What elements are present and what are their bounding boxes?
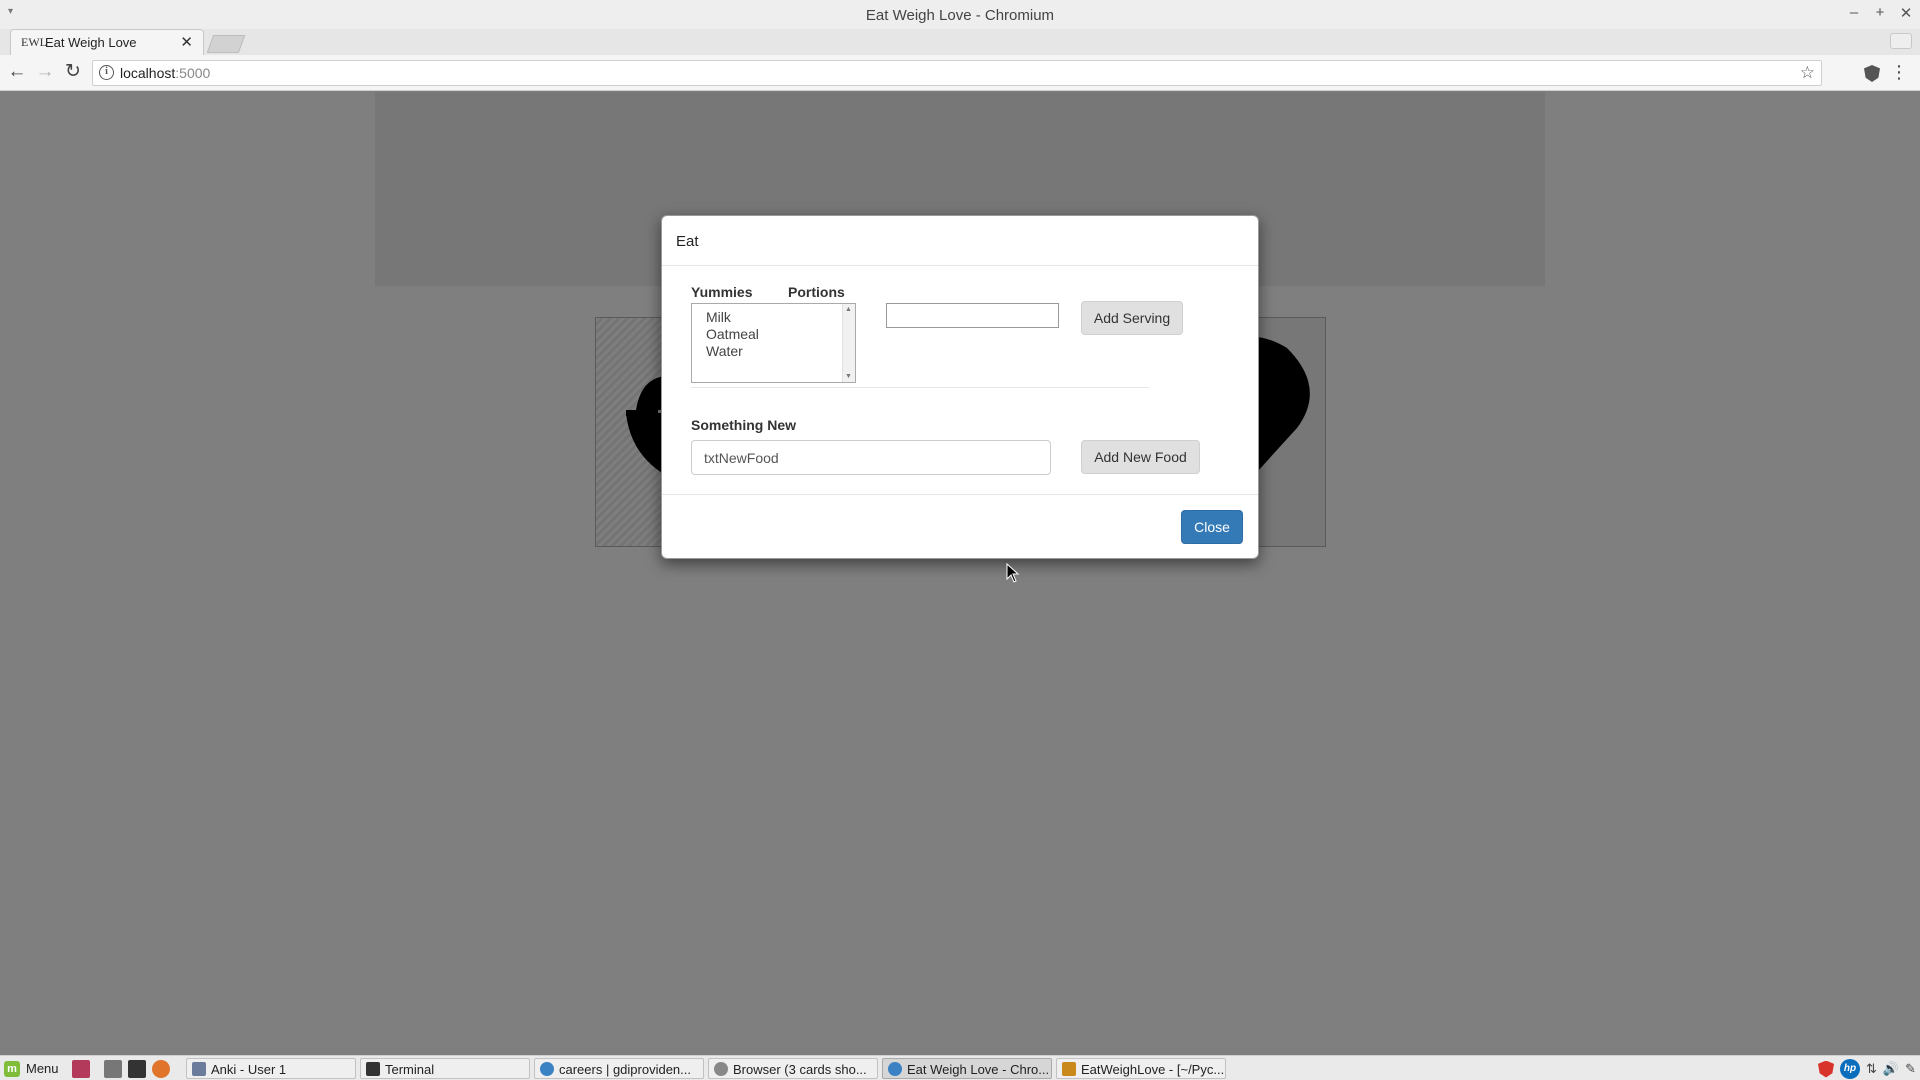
taskbar-item-label: EatWeighLove - [~/Pyc... — [1081, 1062, 1225, 1077]
system-tray: hp ⇅ 🔊 ✎ — [1818, 1059, 1916, 1079]
forward-button[interactable]: → — [34, 62, 56, 82]
listbox-scrollbar[interactable]: ▲ ▼ — [842, 304, 855, 382]
search-icon — [714, 1062, 728, 1076]
yummies-label: Yummies — [691, 284, 753, 300]
files-icon[interactable] — [104, 1060, 122, 1078]
new-food-input[interactable]: txtNewFood — [691, 440, 1051, 475]
taskbar-item-label: Eat Weigh Love - Chro... — [907, 1062, 1050, 1077]
taskbar-item-label: Browser (3 cards sho... — [733, 1062, 867, 1077]
address-bar[interactable]: i localhost:5000 ☆ — [92, 60, 1822, 86]
taskbar: m Menu Anki - User 1 Terminal careers | … — [0, 1055, 1920, 1080]
url-host: localhost — [120, 65, 176, 81]
show-desktop-icon[interactable] — [72, 1060, 90, 1078]
modal-body: Yummies Portions Milk Oatmeal Water ▲ ▼ … — [662, 266, 1258, 475]
reload-button[interactable]: ↻ — [62, 62, 84, 82]
pycharm-icon — [1062, 1062, 1076, 1076]
site-info-icon[interactable]: i — [99, 65, 114, 80]
maximize-button[interactable]: + — [1872, 4, 1888, 22]
firefox-launcher-icon[interactable] — [152, 1060, 170, 1078]
tab-close-icon[interactable]: ✕ — [180, 33, 193, 51]
portions-input[interactable] — [886, 303, 1059, 328]
taskbar-item-label: Terminal — [385, 1062, 435, 1077]
taskbar-item-eat-weigh-love[interactable]: Eat Weigh Love - Chro... — [882, 1058, 1052, 1079]
volume-icon[interactable]: 🔊 — [1883, 1061, 1899, 1077]
tab-title: Eat Weigh Love — [45, 35, 137, 50]
start-menu-label: Menu — [26, 1061, 59, 1076]
yummies-option[interactable]: Oatmeal — [706, 326, 759, 342]
page-content: Eat Yummies Portions Milk Oatmeal Water … — [0, 92, 1920, 1055]
add-serving-button[interactable]: Add Serving — [1081, 301, 1183, 335]
section-divider — [691, 387, 1149, 388]
browser-toolbar: ← → ↻ i localhost:5000 ☆ ⋮ — [0, 55, 1920, 91]
url-text[interactable]: localhost:5000 — [120, 65, 210, 81]
profile-button[interactable] — [1890, 33, 1912, 49]
taskbar-item-label: careers | gdiproviden... — [559, 1062, 691, 1077]
modal-footer — [662, 494, 1258, 495]
hp-icon[interactable]: hp — [1840, 1059, 1860, 1079]
something-new-label: Something New — [691, 417, 797, 433]
mint-logo-icon: m — [4, 1060, 20, 1077]
terminal-icon — [366, 1062, 380, 1076]
back-button[interactable]: ← — [6, 62, 28, 82]
tab-strip: EWL Eat Weigh Love ✕ — [0, 29, 1920, 55]
close-window-button[interactable]: ✕ — [1898, 4, 1914, 22]
window-title: Eat Weigh Love - Chromium — [865, 7, 1055, 24]
mouse-cursor-icon — [1006, 563, 1020, 583]
favicon-icon: EWL — [21, 35, 47, 49]
window-titlebar: ▾ Eat Weigh Love - Chromium – + ✕ — [0, 0, 1920, 29]
pen-icon[interactable]: ✎ — [1905, 1061, 1916, 1077]
portions-label: Portions — [788, 284, 845, 300]
tab-eat-weigh-love[interactable]: EWL Eat Weigh Love ✕ — [10, 29, 204, 55]
modal-header: Eat — [662, 216, 1258, 266]
taskbar-item-pycharm[interactable]: EatWeighLove - [~/Pyc... — [1056, 1058, 1226, 1079]
add-new-food-button[interactable]: Add New Food — [1081, 440, 1200, 474]
terminal-launcher-icon[interactable] — [128, 1060, 146, 1078]
chromium-icon — [540, 1062, 554, 1076]
scroll-down-icon[interactable]: ▼ — [845, 373, 852, 380]
network-icon[interactable]: ⇅ — [1866, 1061, 1877, 1077]
scroll-up-icon[interactable]: ▲ — [845, 306, 852, 313]
extension-shield-icon[interactable] — [1864, 65, 1880, 82]
new-tab-button[interactable] — [206, 35, 246, 53]
security-shield-icon[interactable] — [1818, 1060, 1834, 1078]
taskbar-item-careers[interactable]: careers | gdiproviden... — [534, 1058, 704, 1079]
start-menu-button[interactable]: m Menu — [4, 1059, 59, 1078]
chromium-icon — [888, 1062, 902, 1076]
yummies-option[interactable]: Water — [706, 343, 743, 359]
modal-title: Eat — [676, 233, 699, 250]
browser-menu-icon[interactable]: ⋮ — [1890, 63, 1908, 81]
taskbar-item-anki[interactable]: Anki - User 1 — [186, 1058, 356, 1079]
yummies-option[interactable]: Milk — [706, 309, 731, 325]
taskbar-item-terminal[interactable]: Terminal — [360, 1058, 530, 1079]
yummies-listbox[interactable]: Milk Oatmeal Water ▲ ▼ — [691, 303, 856, 383]
url-port: :5000 — [175, 65, 211, 81]
minimize-button[interactable]: – — [1846, 4, 1862, 22]
close-button[interactable]: Close — [1181, 510, 1243, 544]
anki-icon — [192, 1062, 206, 1076]
taskbar-item-anki-browser[interactable]: Browser (3 cards sho... — [708, 1058, 878, 1079]
eat-modal: Eat Yummies Portions Milk Oatmeal Water … — [661, 215, 1259, 559]
bookmark-star-icon[interactable]: ☆ — [1800, 63, 1815, 83]
taskbar-item-label: Anki - User 1 — [211, 1062, 287, 1077]
